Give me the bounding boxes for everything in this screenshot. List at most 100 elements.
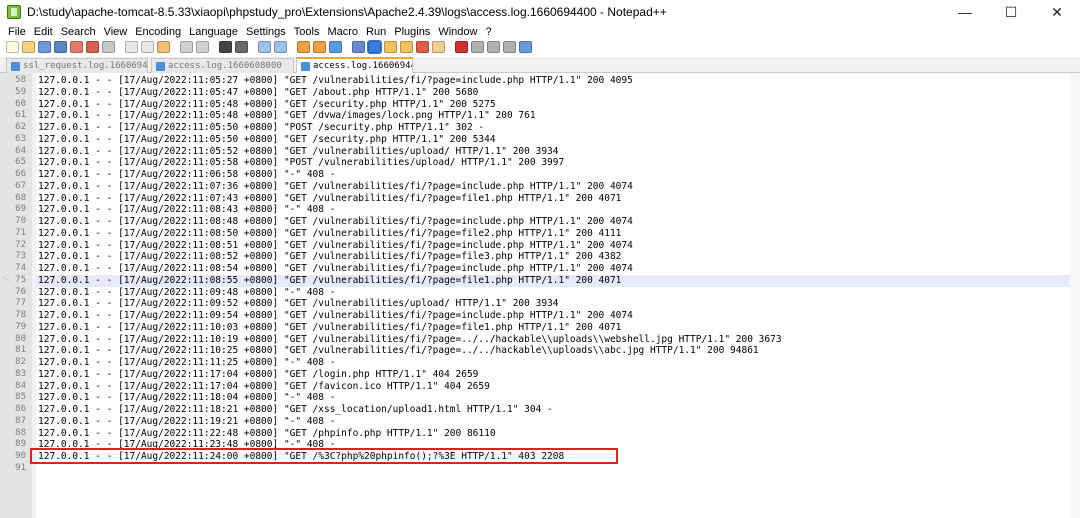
copy-icon[interactable] — [141, 41, 154, 53]
line-number: 59 — [15, 86, 26, 97]
log-line[interactable]: 127.0.0.1 - - [17/Aug/2022:11:08:43 +080… — [38, 204, 1068, 216]
log-line[interactable]: 127.0.0.1 - - [17/Aug/2022:11:06:58 +080… — [38, 169, 1068, 181]
menu-window[interactable]: Window — [434, 26, 481, 38]
log-line[interactable]: 127.0.0.1 - - [17/Aug/2022:11:05:48 +080… — [38, 99, 1068, 111]
log-line[interactable]: 127.0.0.1 - - [17/Aug/2022:11:10:03 +080… — [38, 322, 1068, 334]
log-line[interactable]: 127.0.0.1 - - [17/Aug/2022:11:08:51 +080… — [38, 240, 1068, 252]
log-line[interactable]: 127.0.0.1 - - [17/Aug/2022:11:08:55 +080… — [38, 275, 1068, 287]
tab-ssl-request-log[interactable]: ssl_request.log.1660694400 — [6, 58, 148, 73]
line-number: 68 — [15, 192, 26, 203]
window-title: D:\study\apache-tomcat-8.5.33\xiaopi\php… — [27, 5, 667, 19]
find-icon[interactable] — [219, 41, 232, 53]
cut-icon[interactable] — [125, 41, 138, 53]
maximize-button[interactable]: ☐ — [988, 0, 1034, 24]
line-number: 84 — [15, 380, 26, 391]
menu-encoding[interactable]: Encoding — [131, 26, 185, 38]
log-line[interactable]: 127.0.0.1 - - [17/Aug/2022:11:08:54 +080… — [38, 263, 1068, 275]
log-line[interactable]: 127.0.0.1 - - [17/Aug/2022:11:18:21 +080… — [38, 404, 1068, 416]
log-line[interactable]: 127.0.0.1 - - [17/Aug/2022:11:05:48 +080… — [38, 110, 1068, 122]
function-list-icon[interactable] — [416, 41, 429, 53]
tab-label: ssl_request.log.1660694400 — [23, 61, 148, 71]
log-line[interactable]: 127.0.0.1 - - [17/Aug/2022:11:09:48 +080… — [38, 287, 1068, 299]
folder-workspace-icon[interactable] — [432, 41, 445, 53]
line-number: 73 — [15, 251, 26, 262]
open-file-icon[interactable] — [22, 41, 35, 53]
save-icon[interactable] — [38, 41, 51, 53]
vertical-scrollbar[interactable] — [1070, 73, 1080, 518]
log-line[interactable]: 127.0.0.1 - - [17/Aug/2022:11:05:52 +080… — [38, 146, 1068, 158]
line-number: 58 — [15, 75, 26, 85]
log-line[interactable]: 127.0.0.1 - - [17/Aug/2022:11:10:25 +080… — [38, 345, 1068, 357]
close-all-icon[interactable] — [86, 41, 99, 53]
log-line[interactable]: 127.0.0.1 - - [17/Aug/2022:11:17:04 +080… — [38, 381, 1068, 393]
line-number: 91 — [15, 462, 26, 473]
indent-guide-icon[interactable] — [367, 40, 382, 54]
log-line[interactable]: 127.0.0.1 - - [17/Aug/2022:11:05:47 +080… — [38, 87, 1068, 99]
print-icon[interactable] — [102, 41, 115, 53]
menu-help[interactable]: ? — [481, 26, 495, 38]
close-button[interactable]: ✕ — [1034, 0, 1080, 24]
log-line[interactable]: 127.0.0.1 - - [17/Aug/2022:11:19:21 +080… — [38, 416, 1068, 428]
notepadpp-app-icon[interactable] — [7, 5, 21, 19]
record-macro-icon[interactable] — [455, 41, 468, 53]
code-text[interactable]: 127.0.0.1 - - [17/Aug/2022:11:05:27 +080… — [38, 75, 1068, 475]
save-macro-icon[interactable] — [519, 41, 532, 53]
line-number: 86 — [15, 404, 26, 414]
log-line[interactable]: 127.0.0.1 - - [17/Aug/2022:11:08:48 +080… — [38, 216, 1068, 228]
menu-run[interactable]: Run — [362, 26, 390, 38]
log-line[interactable] — [38, 463, 1068, 475]
editor-area[interactable]: 58 59 60 61 62 63 64 65 66 67 68 69 70 71 72 73 74 75 76 77… — [0, 73, 1080, 518]
menu-plugins[interactable]: Plugins — [390, 26, 434, 38]
tab-bar: ssl_request.log.1660694400 access.log.16… — [0, 57, 1080, 73]
sync-vertical-icon[interactable] — [297, 41, 310, 53]
menu-language[interactable]: Language — [185, 26, 242, 38]
show-all-characters-icon[interactable] — [352, 41, 365, 53]
tab-access-log-1660694400[interactable]: access.log.1660694400 ✕ — [296, 57, 413, 73]
redo-icon[interactable] — [196, 41, 209, 53]
run-macro-multiple-icon[interactable] — [503, 41, 516, 53]
line-number: 83 — [15, 368, 26, 379]
log-line[interactable]: 127.0.0.1 - - [17/Aug/2022:11:05:58 +080… — [38, 157, 1068, 169]
play-macro-icon[interactable] — [487, 41, 500, 53]
new-file-icon[interactable] — [6, 41, 19, 53]
user-language-icon[interactable] — [384, 41, 397, 53]
menu-tools[interactable]: Tools — [290, 26, 324, 38]
log-line[interactable]: 127.0.0.1 - - [17/Aug/2022:11:05:27 +080… — [38, 75, 1068, 87]
log-line[interactable]: 127.0.0.1 - - [17/Aug/2022:11:09:54 +080… — [38, 310, 1068, 322]
log-line[interactable]: 127.0.0.1 - - [17/Aug/2022:11:18:04 +080… — [38, 392, 1068, 404]
line-number: 64 — [15, 145, 26, 156]
log-line[interactable]: 127.0.0.1 - - [17/Aug/2022:11:07:36 +080… — [38, 181, 1068, 193]
log-line[interactable]: 127.0.0.1 - - [17/Aug/2022:11:07:43 +080… — [38, 193, 1068, 205]
log-line[interactable]: 127.0.0.1 - - [17/Aug/2022:11:22:48 +080… — [38, 428, 1068, 440]
zoom-out-icon[interactable] — [274, 41, 287, 53]
collapse-arrow-icon[interactable]: < — [2, 269, 10, 285]
minimize-button[interactable]: — — [942, 0, 988, 24]
menu-view[interactable]: View — [100, 26, 132, 38]
log-line[interactable]: 127.0.0.1 - - [17/Aug/2022:11:05:50 +080… — [38, 134, 1068, 146]
log-line[interactable]: 127.0.0.1 - - [17/Aug/2022:11:09:52 +080… — [38, 298, 1068, 310]
log-line[interactable]: 127.0.0.1 - - [17/Aug/2022:11:17:04 +080… — [38, 369, 1068, 381]
line-number: 81 — [15, 345, 26, 356]
sync-horizontal-icon[interactable] — [313, 41, 326, 53]
log-line[interactable]: 127.0.0.1 - - [17/Aug/2022:11:05:50 +080… — [38, 122, 1068, 134]
log-line[interactable]: 127.0.0.1 - - [17/Aug/2022:11:11:25 +080… — [38, 357, 1068, 369]
menu-macro[interactable]: Macro — [323, 26, 362, 38]
undo-icon[interactable] — [180, 41, 193, 53]
menu-search[interactable]: Search — [57, 26, 100, 38]
word-wrap-icon[interactable] — [329, 41, 342, 53]
log-line[interactable]: 127.0.0.1 - - [17/Aug/2022:11:08:50 +080… — [38, 228, 1068, 240]
document-map-icon[interactable] — [400, 41, 413, 53]
menu-edit[interactable]: Edit — [30, 26, 57, 38]
save-all-icon[interactable] — [54, 41, 67, 53]
tab-access-log-1660608000[interactable]: access.log.1660608000 — [151, 58, 294, 73]
zoom-in-icon[interactable] — [258, 41, 271, 53]
stop-macro-icon[interactable] — [471, 41, 484, 53]
paste-icon[interactable] — [157, 41, 170, 53]
line-number: 67 — [15, 180, 26, 191]
menu-settings[interactable]: Settings — [242, 26, 290, 38]
log-line[interactable]: 127.0.0.1 - - [17/Aug/2022:11:10:19 +080… — [38, 334, 1068, 346]
replace-icon[interactable] — [235, 41, 248, 53]
menu-file[interactable]: File — [4, 26, 30, 38]
close-file-icon[interactable] — [70, 41, 83, 53]
log-line[interactable]: 127.0.0.1 - - [17/Aug/2022:11:08:52 +080… — [38, 251, 1068, 263]
